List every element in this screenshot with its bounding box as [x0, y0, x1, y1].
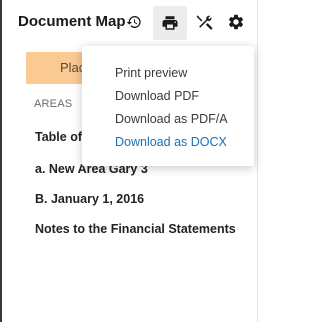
- menu-item-download-pdf[interactable]: Download PDF: [115, 89, 199, 103]
- panel-title: Document Map: [18, 13, 126, 30]
- print-icon: [162, 16, 178, 30]
- gear-icon[interactable]: [227, 13, 245, 31]
- map-item-january[interactable]: B. January 1, 2016: [35, 192, 144, 206]
- print-button[interactable]: [153, 6, 187, 40]
- panel-header: Document Map: [2, 0, 258, 44]
- document-map-panel: Document Map Plac AREAS Table of C a. Ne…: [0, 0, 258, 322]
- menu-item-download-docx[interactable]: Download as DOCX: [115, 135, 227, 149]
- areas-heading: AREAS: [34, 98, 73, 110]
- map-item-notes[interactable]: Notes to the Financial Statements: [35, 222, 236, 236]
- tools-icon[interactable]: [195, 13, 214, 32]
- menu-item-print-preview[interactable]: Print preview: [115, 66, 187, 80]
- menu-item-download-pdfa[interactable]: Download as PDF/A: [115, 112, 228, 126]
- print-dropdown-menu: Print preview Download PDF Download as P…: [82, 46, 254, 166]
- history-icon[interactable]: [126, 14, 142, 30]
